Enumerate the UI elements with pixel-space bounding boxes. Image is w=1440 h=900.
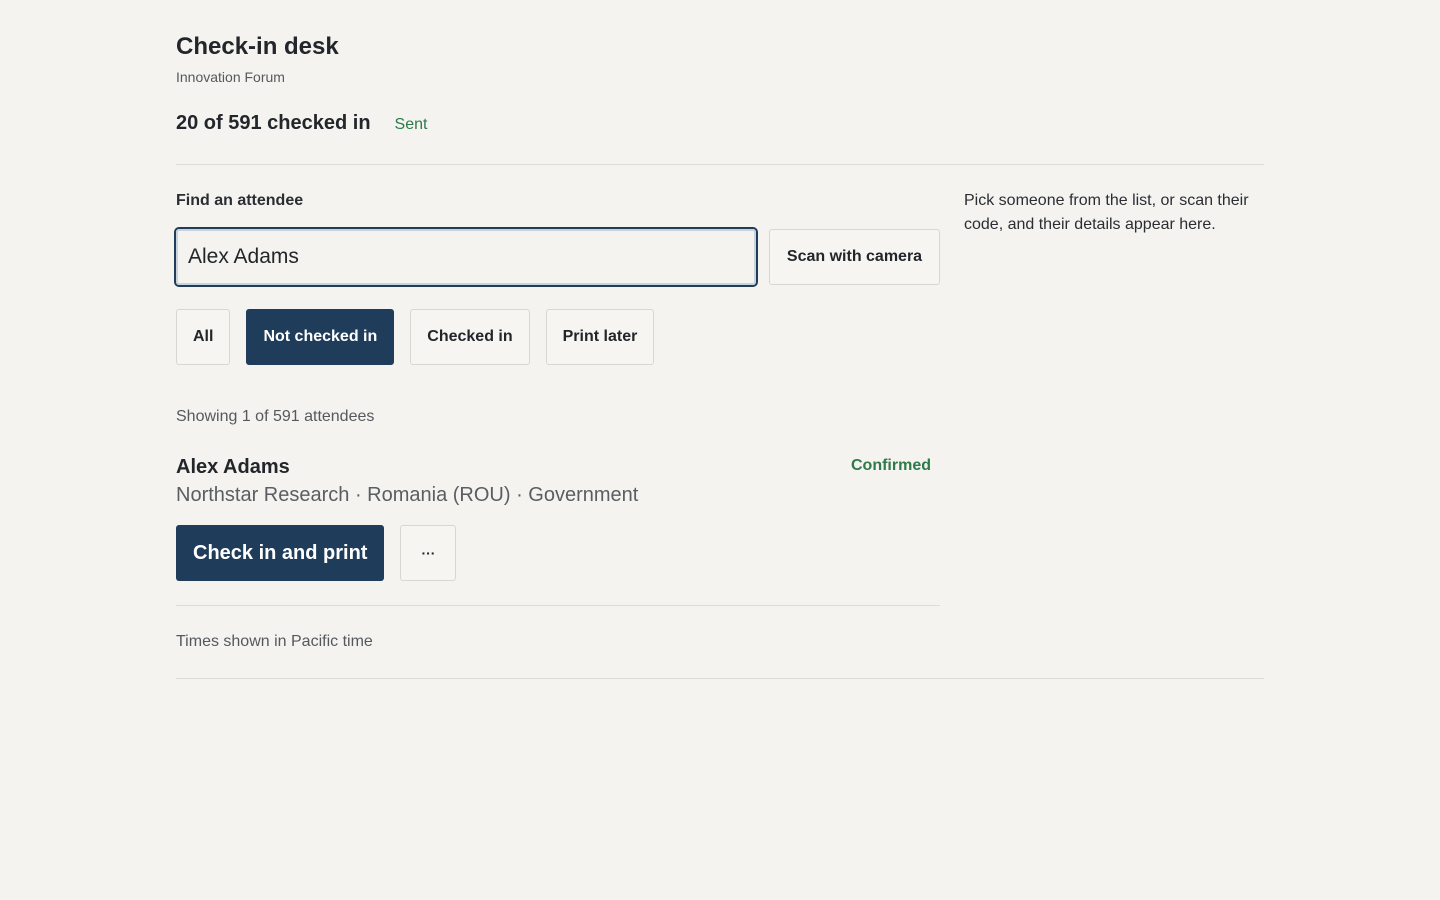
scan-with-camera-button[interactable]: Scan with camera xyxy=(769,229,940,285)
attendee-details: Northstar Research · Romania (ROU) · Gov… xyxy=(176,484,639,506)
header-divider xyxy=(176,164,1264,165)
page-header: Check-in desk Innovation Forum xyxy=(176,32,339,86)
filter-checked-in-button[interactable]: Checked in xyxy=(410,309,530,365)
attendee-list-item: Alex Adams Confirmed Northstar Research … xyxy=(176,455,940,581)
attendee-name: Alex Adams xyxy=(176,456,290,478)
attendee-search-input[interactable] xyxy=(174,227,758,287)
more-actions-button[interactable]: ··· xyxy=(400,525,457,581)
filter-not-checked-in-button[interactable]: Not checked in xyxy=(246,309,395,365)
filter-all-button[interactable]: All xyxy=(176,309,231,365)
stats-row: 20 of 591 checked in Sent xyxy=(176,112,427,135)
timezone-note: Times shown in Pacific time xyxy=(176,633,373,650)
search-label: Find an attendee xyxy=(176,192,304,209)
filter-group: All Not checked in Checked in Print late… xyxy=(176,309,655,365)
event-name: Innovation Forum xyxy=(176,69,285,85)
list-divider xyxy=(176,605,940,606)
attendee-status-badge: Confirmed xyxy=(851,457,931,474)
sync-status-badge: Sent xyxy=(394,116,428,133)
check-in-page: Check-in desk Innovation Forum 20 of 591… xyxy=(0,0,1440,900)
footer-divider xyxy=(176,678,1264,679)
checked-in-summary: 20 of 591 checked in xyxy=(176,112,371,134)
check-in-and-print-button[interactable]: Check in and print xyxy=(176,525,385,581)
filter-print-later-button[interactable]: Print later xyxy=(545,309,655,365)
results-count: Showing 1 of 591 attendees xyxy=(176,408,375,425)
attendee-actions: Check in and print ··· xyxy=(176,525,940,581)
page-title: Check-in desk xyxy=(176,33,339,60)
detail-panel-hint: Pick someone from the list, or scan thei… xyxy=(964,192,1249,233)
